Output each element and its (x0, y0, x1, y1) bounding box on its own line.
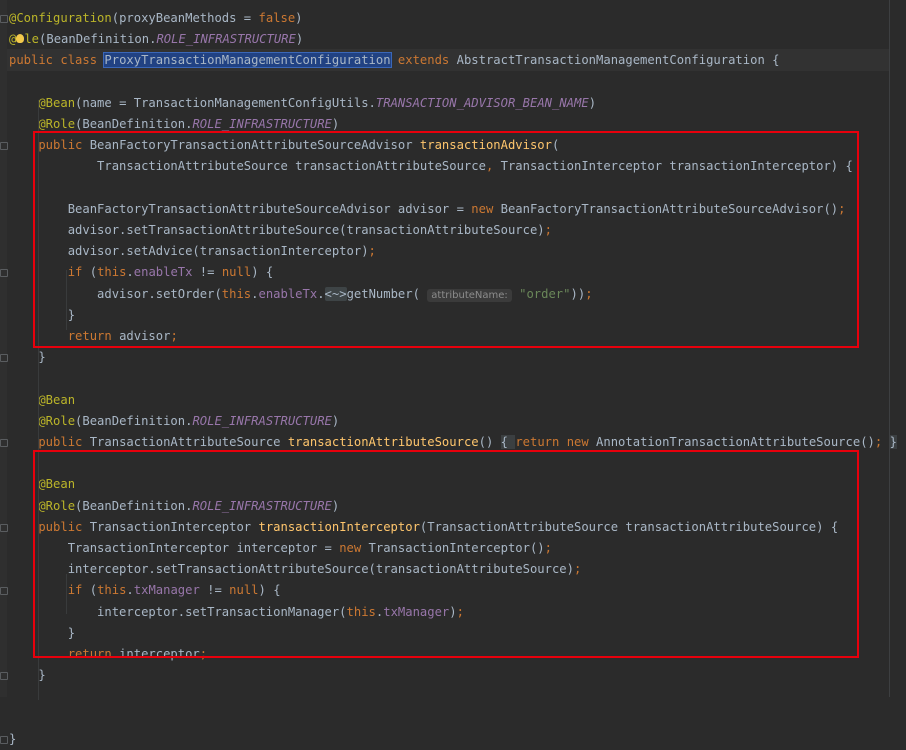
code-editor[interactable]: @Configuration(proxyBeanMethods = false)… (0, 0, 906, 746)
highlight-box-transaction-advisor (33, 131, 859, 348)
code-token: return new (515, 435, 597, 449)
code-line[interactable]: } (9, 664, 46, 686)
code-token: } (9, 668, 46, 683)
code-token: (BeanDefinition. (75, 117, 193, 131)
code-token: public (9, 435, 90, 449)
fold-marker-icon[interactable] (0, 269, 8, 278)
code-token: } (9, 731, 17, 746)
code-token: TransactionAttributeSource (89, 435, 288, 449)
code-token: ProxyTransactionManagementConfiguration (103, 52, 392, 69)
code-token: () (478, 435, 501, 449)
code-token: @Role (9, 117, 76, 131)
code-line[interactable]: public class ProxyTransactionManagementC… (9, 49, 779, 71)
code-token: false (258, 11, 296, 25)
code-token: TRANSACTION_ADVISOR_BEAN_NAME (375, 95, 589, 110)
code-token: ROLE_INFRASTRUCTURE (192, 413, 332, 428)
code-token: @Configuration (9, 11, 112, 25)
fold-marker-icon[interactable] (0, 439, 8, 447)
code-line[interactable]: } (9, 728, 16, 750)
code-token: (name = TransactionManagementConfigUtils… (75, 95, 376, 110)
code-token: { (500, 435, 516, 449)
code-token: (proxyBeanMethods = (111, 11, 259, 25)
code-token: (BeanDefinition. (75, 413, 193, 428)
fold-marker-icon[interactable] (0, 354, 8, 363)
code-line[interactable]: @Bean (9, 389, 75, 411)
code-token: extends (390, 53, 457, 68)
code-token: public class (9, 53, 105, 68)
code-token: le (24, 32, 40, 47)
code-token: @Role (9, 413, 76, 428)
code-token: ) (588, 95, 597, 110)
code-token: ) (295, 32, 304, 47)
code-line[interactable]: } (9, 346, 46, 368)
fold-marker-icon[interactable] (0, 15, 8, 23)
code-token: ROLE_INFRASTRUCTURE (192, 117, 332, 131)
fold-marker-icon[interactable] (0, 523, 8, 532)
code-token: } (889, 435, 897, 449)
code-token: (BeanDefinition. (39, 32, 157, 47)
code-token: transactionAttributeSource (287, 435, 479, 449)
code-token: @ (9, 32, 17, 47)
highlight-box-transaction-interceptor (33, 450, 859, 658)
code-token: @Bean (9, 95, 76, 110)
code-token: ) (331, 413, 340, 428)
fold-marker-icon[interactable] (0, 587, 8, 596)
code-token: ; (874, 435, 890, 449)
fold-marker-icon[interactable] (0, 142, 8, 151)
code-token: @Bean (9, 392, 76, 407)
fold-marker-icon[interactable] (0, 672, 8, 681)
code-token: ) (295, 11, 303, 25)
code-line[interactable]: @ le(BeanDefinition.ROLE_INFRASTRUCTURE) (9, 28, 303, 50)
code-token: ROLE_INFRASTRUCTURE (156, 32, 296, 47)
code-line[interactable]: @Role(BeanDefinition.ROLE_INFRASTRUCTURE… (9, 410, 339, 432)
code-line[interactable]: @Bean(name = TransactionManagementConfig… (9, 92, 596, 114)
fold-marker-icon[interactable] (0, 735, 8, 744)
code-line[interactable]: @Configuration(proxyBeanMethods = false) (9, 7, 303, 29)
code-token: } (9, 350, 46, 365)
code-token: AbstractTransactionManagementConfigurati… (456, 53, 780, 68)
right-margin-guide (889, 0, 890, 697)
code-token: AnnotationTransactionAttributeSource() (596, 435, 875, 449)
code-token: ) (331, 117, 340, 131)
